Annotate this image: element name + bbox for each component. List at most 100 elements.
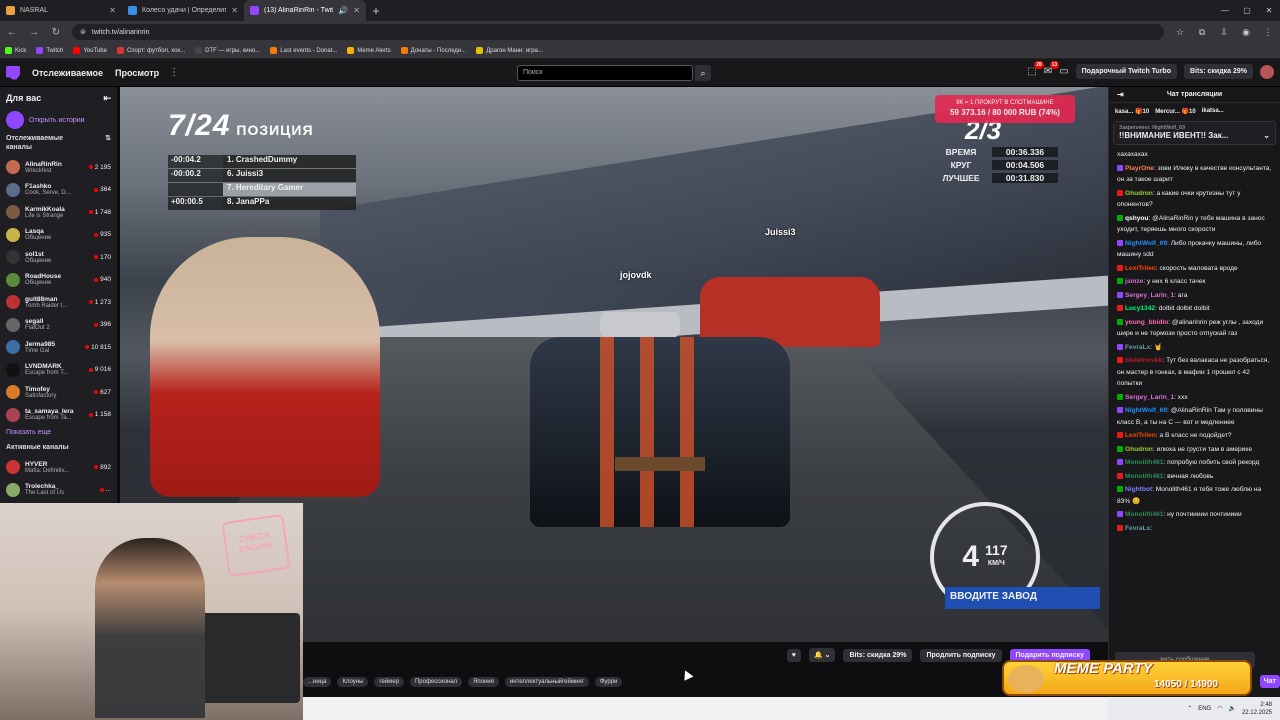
chat-message[interactable]: Nightbot: Monolith461 я тебя тоже люблю … bbox=[1117, 484, 1272, 507]
sidebar-channel[interactable]: HYVER Mafia: Definitiv... 892 bbox=[0, 456, 117, 479]
search-icon[interactable]: ⌕ bbox=[695, 65, 711, 81]
badge-icon[interactable] bbox=[1117, 343, 1123, 350]
badge-icon[interactable] bbox=[1117, 432, 1123, 438]
search-input[interactable]: Поиск bbox=[517, 65, 693, 81]
gift-turbo-button[interactable]: Подарочный Twitch Turbo bbox=[1075, 64, 1177, 79]
chat-username[interactable]: NightWolf_69 bbox=[1125, 407, 1167, 414]
chat-username[interactable]: Ghudron bbox=[1125, 190, 1153, 197]
chat-username[interactable]: LexiTrilen bbox=[1125, 265, 1156, 272]
forward-icon[interactable]: → bbox=[28, 27, 40, 38]
chat-message[interactable]: LexiTrilen: а B класс не подойдет? bbox=[1117, 430, 1272, 442]
twitch-logo-icon[interactable] bbox=[6, 65, 20, 80]
download-icon[interactable]: ⇩ bbox=[1218, 27, 1230, 38]
chat-message[interactable]: Monolith461: ну почтиииии почтиииии bbox=[1117, 509, 1272, 521]
tag[interactable]: Фурри bbox=[594, 677, 623, 687]
pinned-message[interactable]: Закреплено: NightWolf_69 !!ВНИМАНИЕ ИВЕН… bbox=[1113, 121, 1276, 145]
minimize-icon[interactable]: — bbox=[1214, 0, 1236, 21]
sidebar-channel[interactable]: Trolechka_ The Last of Us... bbox=[0, 479, 117, 502]
sidebar-channel[interactable]: segall FlatOut 2 396 bbox=[0, 314, 117, 337]
chat-message[interactable]: Sergey_Larin_1: ага bbox=[1117, 290, 1272, 302]
badge-icon[interactable] bbox=[1117, 393, 1123, 400]
badge-icon[interactable] bbox=[1117, 459, 1123, 465]
sidebar-channel[interactable]: KarmikKoala Life is Strange 1 748 bbox=[0, 201, 117, 224]
url-field[interactable]: ⊜ twitch.tv/alinarinrin bbox=[72, 24, 1164, 40]
chat-username[interactable]: Ghudron bbox=[1125, 446, 1153, 453]
badge-icon[interactable] bbox=[1117, 511, 1123, 517]
chat-message[interactable]: Lucy1342: dolbit dolbit dolbit bbox=[1117, 303, 1272, 315]
bookmark[interactable]: Драгон Мани: игра... bbox=[476, 47, 543, 54]
chat-message[interactable]: хахахахах bbox=[1117, 149, 1272, 161]
chat-username[interactable]: jsinze bbox=[1125, 278, 1143, 285]
chat-message[interactable]: Ghudron: а какие очки крутизны тут у опо… bbox=[1117, 188, 1272, 211]
nav-browse[interactable]: Просмотр bbox=[115, 68, 159, 78]
collapse-chat-icon[interactable]: ⇥ bbox=[1117, 90, 1124, 99]
badge-icon[interactable] bbox=[1117, 291, 1123, 298]
clock[interactable]: 2:48 22.12.2025 bbox=[1242, 701, 1272, 717]
new-tab-button[interactable]: + bbox=[366, 0, 386, 21]
chat-message[interactable]: FevraLx: 🤘 bbox=[1117, 342, 1272, 354]
bookmark[interactable]: Донаты - Последн... bbox=[400, 47, 466, 54]
sidebar-channel[interactable]: guit88man Tomb Raider I... 1 273 bbox=[0, 291, 117, 314]
audio-icon[interactable]: 🔊 bbox=[338, 6, 348, 15]
chat-message[interactable]: jsinze: у них 6 класс тачек bbox=[1117, 276, 1272, 288]
chevron-down-icon[interactable]: ⌄ bbox=[1263, 131, 1270, 140]
chat-message[interactable]: Monolith461: попробую побить свой рекорд bbox=[1117, 457, 1272, 469]
badge-icon[interactable] bbox=[1117, 524, 1123, 531]
whispers-icon[interactable]: ▭ bbox=[1059, 66, 1068, 77]
sidebar-channel[interactable]: ta_samaya_lera Escape from Ta... 1 158 bbox=[0, 404, 117, 427]
sort-icon[interactable]: ⇅ bbox=[105, 134, 111, 152]
sidebar-channel[interactable]: F1ashko Cook, Serve, D... 364 bbox=[0, 179, 117, 202]
reload-icon[interactable]: ↻ bbox=[50, 27, 62, 38]
chat-message[interactable]: Ghudron: илюха не грусти там в америке bbox=[1117, 444, 1272, 456]
browser-tab[interactable]: Колесо удачи | Определите ... ✕ bbox=[122, 0, 244, 21]
back-icon[interactable]: ← bbox=[6, 27, 18, 38]
badge-icon[interactable] bbox=[1117, 264, 1123, 271]
chat-message[interactable]: NightWolf_69: @AlinaRinRin Там у половин… bbox=[1117, 405, 1272, 428]
gifter[interactable]: kasa... 🎁10 bbox=[1115, 108, 1149, 115]
chat-message[interactable]: Monolith461: вечная любовь bbox=[1117, 471, 1272, 483]
sidebar-channel[interactable]: AlinaRinRin Wreckfest 2 195 bbox=[0, 156, 117, 179]
gifter[interactable]: ikatsa... bbox=[1202, 108, 1224, 114]
bits-button[interactable]: Bits: скидка 29% bbox=[843, 648, 913, 662]
chat-username[interactable]: Monolith461 bbox=[1125, 511, 1163, 518]
close-icon[interactable]: ✕ bbox=[109, 6, 116, 15]
chat-username[interactable]: PlayrOne bbox=[1125, 165, 1154, 172]
bookmark[interactable]: YouTube bbox=[73, 47, 107, 54]
close-icon[interactable]: ✕ bbox=[231, 6, 238, 15]
chat-message[interactable]: FevraLx: bbox=[1117, 523, 1272, 535]
badge-icon[interactable] bbox=[1117, 164, 1123, 171]
nav-following[interactable]: Отслеживаемое bbox=[32, 68, 103, 78]
bookmark[interactable]: Спорт: футбол, хок... bbox=[116, 47, 185, 54]
badge-icon[interactable] bbox=[1117, 357, 1123, 363]
user-avatar[interactable] bbox=[1260, 64, 1274, 79]
collapse-sidebar-icon[interactable]: ⇤ bbox=[103, 93, 111, 104]
chat-username[interactable]: Sergey_Larin_1 bbox=[1125, 292, 1174, 299]
bookmark[interactable]: DTF — игры, кино... bbox=[195, 47, 260, 54]
chat-username[interactable]: Skiletron4ik bbox=[1125, 357, 1162, 364]
close-icon[interactable]: ✕ bbox=[353, 6, 360, 15]
chat-username[interactable]: FevraLx bbox=[1125, 344, 1150, 351]
volume-icon[interactable]: 🔈 bbox=[1228, 705, 1235, 712]
language-indicator[interactable]: ENG bbox=[1198, 706, 1211, 712]
badge-icon[interactable] bbox=[1117, 318, 1123, 325]
stories-button[interactable]: Открыть истории bbox=[0, 110, 117, 130]
tag[interactable]: Клоуны bbox=[337, 677, 369, 687]
badge-icon[interactable] bbox=[1117, 472, 1123, 479]
chat-message[interactable]: Sergey_Larin_1: ххх bbox=[1117, 392, 1272, 404]
chat-username[interactable]: FevraLx bbox=[1125, 525, 1150, 532]
bookmark[interactable]: Meme Alerts bbox=[347, 47, 391, 54]
wifi-icon[interactable]: ◠ bbox=[1217, 705, 1222, 712]
gifter[interactable]: Mercur... 🎁10 bbox=[1155, 108, 1196, 115]
tray-up-icon[interactable]: ⌃ bbox=[1187, 705, 1192, 712]
tag[interactable]: Профессионал bbox=[409, 677, 463, 687]
follow-heart-icon[interactable]: ♥ bbox=[786, 648, 801, 662]
bookmark[interactable]: Kick bbox=[5, 47, 26, 54]
prime-loot-icon[interactable]: ⬚ 28 bbox=[1027, 61, 1044, 77]
tag[interactable]: интеллектуальныйгейминг bbox=[504, 677, 589, 687]
chat-send-button[interactable]: Чат bbox=[1259, 675, 1280, 688]
tag[interactable]: ...ница bbox=[303, 677, 332, 687]
badge-icon[interactable] bbox=[1117, 407, 1123, 413]
notifications-icon[interactable]: ✉ 13 bbox=[1044, 61, 1060, 77]
badge-icon[interactable] bbox=[1117, 278, 1123, 284]
chat-message[interactable]: Skiletron4ik: Тут без валакаса не разобр… bbox=[1117, 355, 1272, 390]
